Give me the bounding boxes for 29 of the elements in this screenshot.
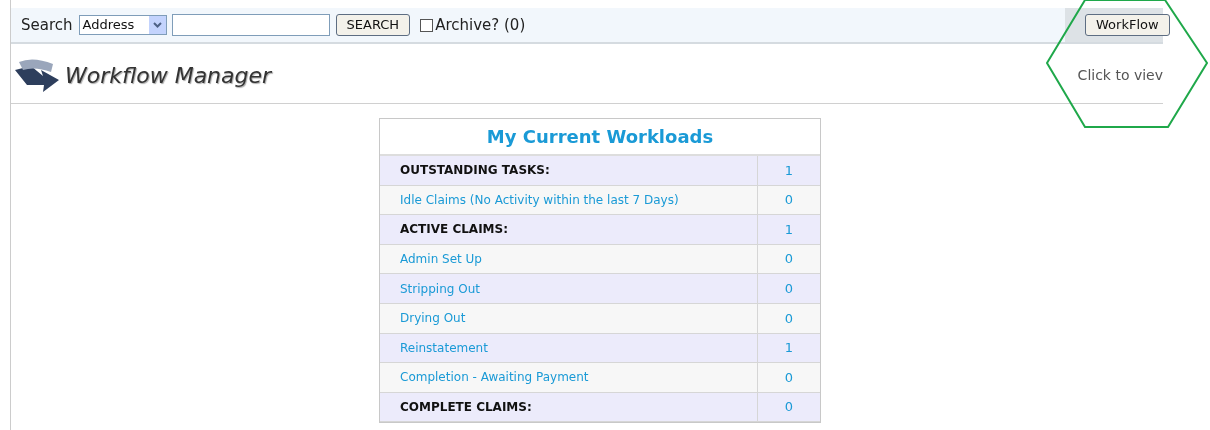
address-select[interactable]: Address — [78, 15, 167, 35]
category-link[interactable]: Idle Claims (No Activity within the last 7 Days) — [380, 185, 758, 215]
app-title: Workflow Manager — [65, 62, 272, 90]
search-label: Search — [21, 14, 73, 36]
archive-label: Archive? (0) — [435, 14, 526, 36]
search-button[interactable]: SEARCH — [335, 14, 411, 36]
count-cell-text: 1 — [783, 339, 795, 358]
count-cell-text: 0 — [783, 309, 795, 328]
count-cell-text: 0 — [783, 279, 795, 298]
count-cell-text: 0 — [783, 191, 795, 210]
count-cell-text: 0 — [783, 250, 795, 269]
count-cell-text: 1 — [783, 220, 795, 239]
dropdown-icon — [148, 16, 166, 34]
section-heading: COMPLETE CLAIMS: — [380, 392, 758, 422]
category-link[interactable]: Stripping Out — [380, 274, 758, 303]
archive-checkbox[interactable] — [420, 18, 434, 32]
category-link[interactable]: Drying Out — [380, 303, 758, 333]
count-cell-text: 1 — [783, 161, 795, 180]
section-heading: ACTIVE CLAIMS: — [380, 215, 758, 244]
category-link[interactable]: Reinstatement — [380, 333, 758, 363]
logo-icon — [13, 57, 61, 94]
category-link[interactable]: Completion - Awaiting Payment — [380, 363, 758, 392]
category-link[interactable]: Admin Set Up — [380, 244, 758, 274]
search-field[interactable] — [171, 14, 330, 36]
section-heading: OUTSTANDING TASKS: — [380, 156, 758, 185]
click-hint: Click to viev — [1077, 66, 1163, 85]
count-cell-text: 0 — [783, 398, 795, 417]
count-cell-text: 0 — [783, 368, 795, 387]
workflow-button[interactable]: WorkFlow — [1085, 14, 1170, 36]
